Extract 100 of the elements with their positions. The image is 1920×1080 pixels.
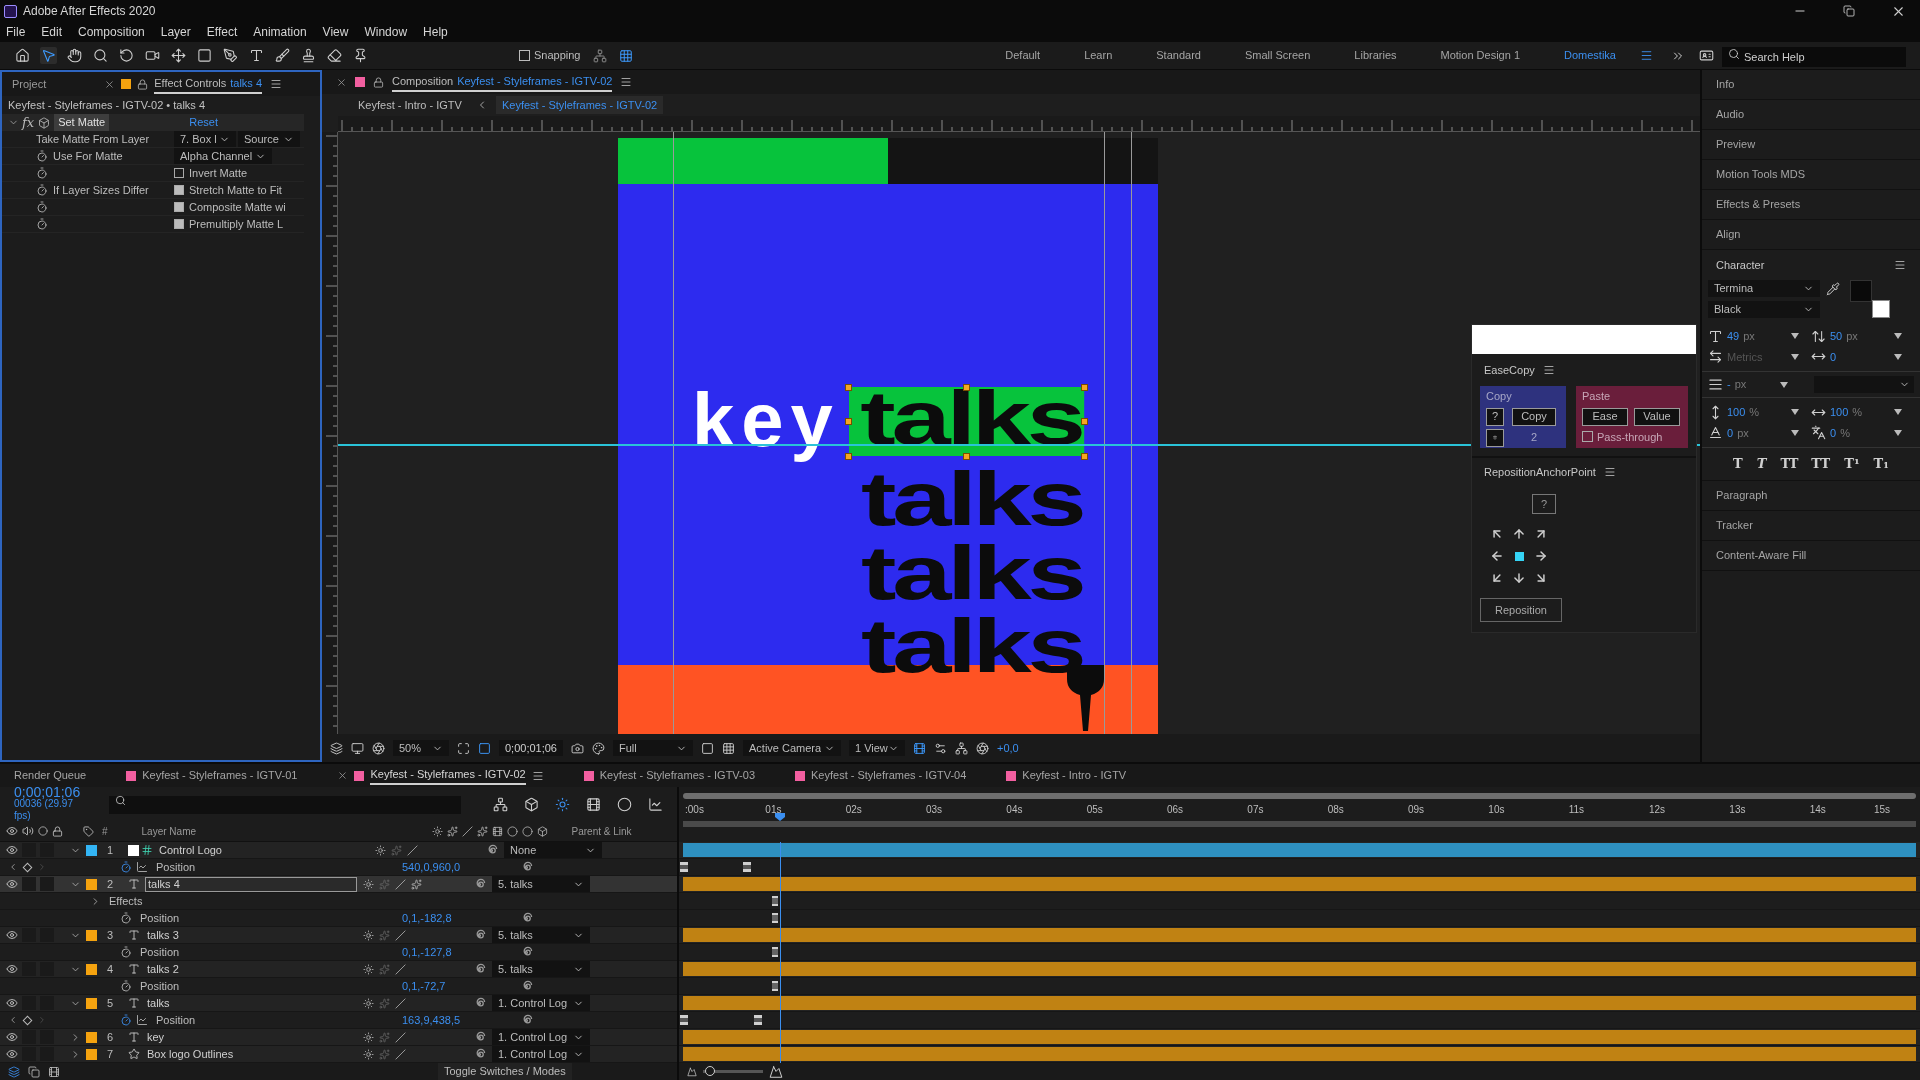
menu-item[interactable]: Layer	[158, 23, 193, 41]
exposure-value[interactable]: +0,0	[997, 739, 1019, 757]
keyframe-icon[interactable]	[743, 862, 751, 872]
parent-dropdown[interactable]: 1. Control Log	[492, 995, 590, 1011]
label-icon[interactable]	[83, 825, 94, 837]
property-value[interactable]: 540,0,960,0	[402, 858, 520, 876]
workspace-tab[interactable]: Default	[983, 47, 1063, 64]
paste-button[interactable]: Ease	[1582, 407, 1628, 426]
pen-icon[interactable]	[222, 47, 239, 64]
selection-handle[interactable]	[963, 453, 970, 460]
workspace-tab[interactable]: Learn	[1062, 47, 1135, 64]
menu-icon[interactable]	[531, 769, 544, 782]
parent-dropdown[interactable]: 5. talks	[492, 927, 590, 943]
stopwatch-icon[interactable]	[36, 218, 48, 230]
workspace-tab[interactable]: Small Screen	[1222, 47, 1333, 64]
parent-dropdown[interactable]: 5. talks	[492, 876, 590, 892]
home-icon[interactable]	[14, 47, 31, 64]
trash-icon[interactable]	[1493, 432, 1497, 443]
visibility-icon[interactable]	[6, 878, 18, 890]
arrow-icon[interactable]	[1512, 527, 1526, 541]
copy-button[interactable]: Copy	[1512, 407, 1556, 426]
visibility-icon[interactable]	[6, 1048, 18, 1060]
text-style-button[interactable]: T	[1733, 454, 1743, 474]
panel-tab[interactable]: Effect Controls talks 4	[154, 74, 262, 94]
grid-icon[interactable]	[618, 48, 633, 63]
menu-item[interactable]: Animation	[251, 23, 309, 41]
checkbox[interactable]	[174, 202, 184, 212]
help-button[interactable]: ?	[1532, 494, 1556, 514]
dropdown-caret-icon[interactable]	[1791, 353, 1799, 360]
selection-handle[interactable]	[845, 453, 852, 460]
selection-handle[interactable]	[845, 384, 852, 391]
menu-item[interactable]: File	[4, 23, 28, 41]
arrow-icon[interactable]	[1490, 571, 1504, 585]
metric-value[interactable]: 100	[1830, 404, 1849, 421]
current-time[interactable]: 0;00;01;06	[14, 786, 85, 798]
resolution-dropdown[interactable]: Full	[613, 740, 693, 756]
search-icon[interactable]	[1728, 47, 1740, 60]
visibility-icon[interactable]	[6, 963, 18, 975]
metric-value[interactable]: 49	[1727, 328, 1740, 345]
pin-icon[interactable]	[352, 47, 369, 64]
graph-editor-icon[interactable]	[648, 796, 663, 812]
keyframe-icon[interactable]	[754, 1015, 762, 1025]
layer-search-field[interactable]	[109, 796, 461, 814]
menu-item[interactable]: Effect	[204, 23, 240, 41]
panel-header[interactable]: Tracker	[1702, 510, 1920, 541]
selection-handle[interactable]	[1081, 384, 1088, 391]
panel-header[interactable]: Paragraph	[1702, 480, 1920, 511]
audio-icon[interactable]	[22, 825, 34, 837]
lock-icon[interactable]	[137, 78, 149, 90]
reset-link[interactable]: Reset	[189, 114, 218, 131]
flowchart-icon[interactable]	[493, 796, 508, 812]
fill-color-swatch[interactable]	[1850, 280, 1872, 302]
text-style-button[interactable]: TT	[1811, 454, 1831, 474]
lock-icon[interactable]	[52, 825, 63, 837]
layer-dropdown[interactable]: 7. Box l	[174, 131, 236, 147]
keyframe-icon[interactable]	[771, 981, 778, 991]
text-style-button[interactable]: TT	[1780, 454, 1798, 474]
pointer-icon[interactable]	[40, 47, 57, 64]
menu-icon[interactable]	[620, 76, 633, 88]
arrow-icon[interactable]	[1534, 571, 1548, 585]
source-dropdown[interactable]: Source	[238, 131, 300, 147]
label-swatch[interactable]	[86, 1031, 97, 1043]
timeline-tab[interactable]: Keyfest - Styleframes - IGTV-03	[599, 766, 755, 785]
stroke-color-swatch[interactable]	[1872, 300, 1890, 318]
zoom-dropdown[interactable]: 50%	[393, 740, 449, 756]
stopwatch-icon[interactable]	[36, 184, 48, 196]
menu-icon[interactable]	[1640, 49, 1653, 62]
move-icon[interactable]	[170, 47, 187, 64]
arrow-icon[interactable]	[1512, 571, 1526, 585]
label-swatch[interactable]	[86, 963, 97, 975]
rotate-icon[interactable]	[118, 47, 135, 64]
selection-handle[interactable]	[963, 384, 970, 391]
stopwatch-icon[interactable]	[36, 150, 48, 162]
hand-icon[interactable]	[66, 47, 83, 64]
dropdown-caret-icon[interactable]	[1894, 429, 1902, 436]
stopwatch-icon[interactable]	[120, 946, 132, 958]
visibility-icon[interactable]	[6, 844, 18, 856]
layer-name[interactable]: key	[145, 1029, 357, 1045]
eraser-icon[interactable]	[326, 47, 343, 64]
keyframe-icon[interactable]	[680, 1015, 688, 1025]
timeline-tab[interactable]: Keyfest - Styleframes - IGTV-01	[142, 766, 298, 785]
graph-icon[interactable]	[136, 861, 148, 873]
stopwatch-icon[interactable]	[36, 167, 48, 179]
checkbox[interactable]	[1582, 431, 1593, 443]
panel-header[interactable]: Content-Aware Fill	[1702, 540, 1920, 571]
keyframe-icon[interactable]	[680, 862, 688, 872]
brush-icon[interactable]	[274, 47, 291, 64]
menu-item[interactable]: Help	[421, 23, 450, 41]
timeline-tab[interactable]: Keyfest - Styleframes - IGTV-02	[370, 766, 526, 785]
layer-name[interactable]: talks 2	[145, 961, 357, 977]
menu-icon[interactable]	[270, 78, 282, 90]
eyedropper-icon[interactable]	[1826, 282, 1840, 296]
checkbox[interactable]	[174, 185, 184, 195]
previous-keyframe-icon[interactable]	[8, 1015, 18, 1025]
layers-icon[interactable]	[8, 1065, 20, 1078]
dropdown-caret-icon[interactable]	[1780, 381, 1789, 388]
panel-header[interactable]: Effects & Presets	[1702, 190, 1920, 220]
stamp-icon[interactable]	[300, 47, 317, 64]
timeline-tab[interactable]: Render Queue	[14, 766, 87, 785]
search-icon[interactable]	[115, 795, 126, 806]
